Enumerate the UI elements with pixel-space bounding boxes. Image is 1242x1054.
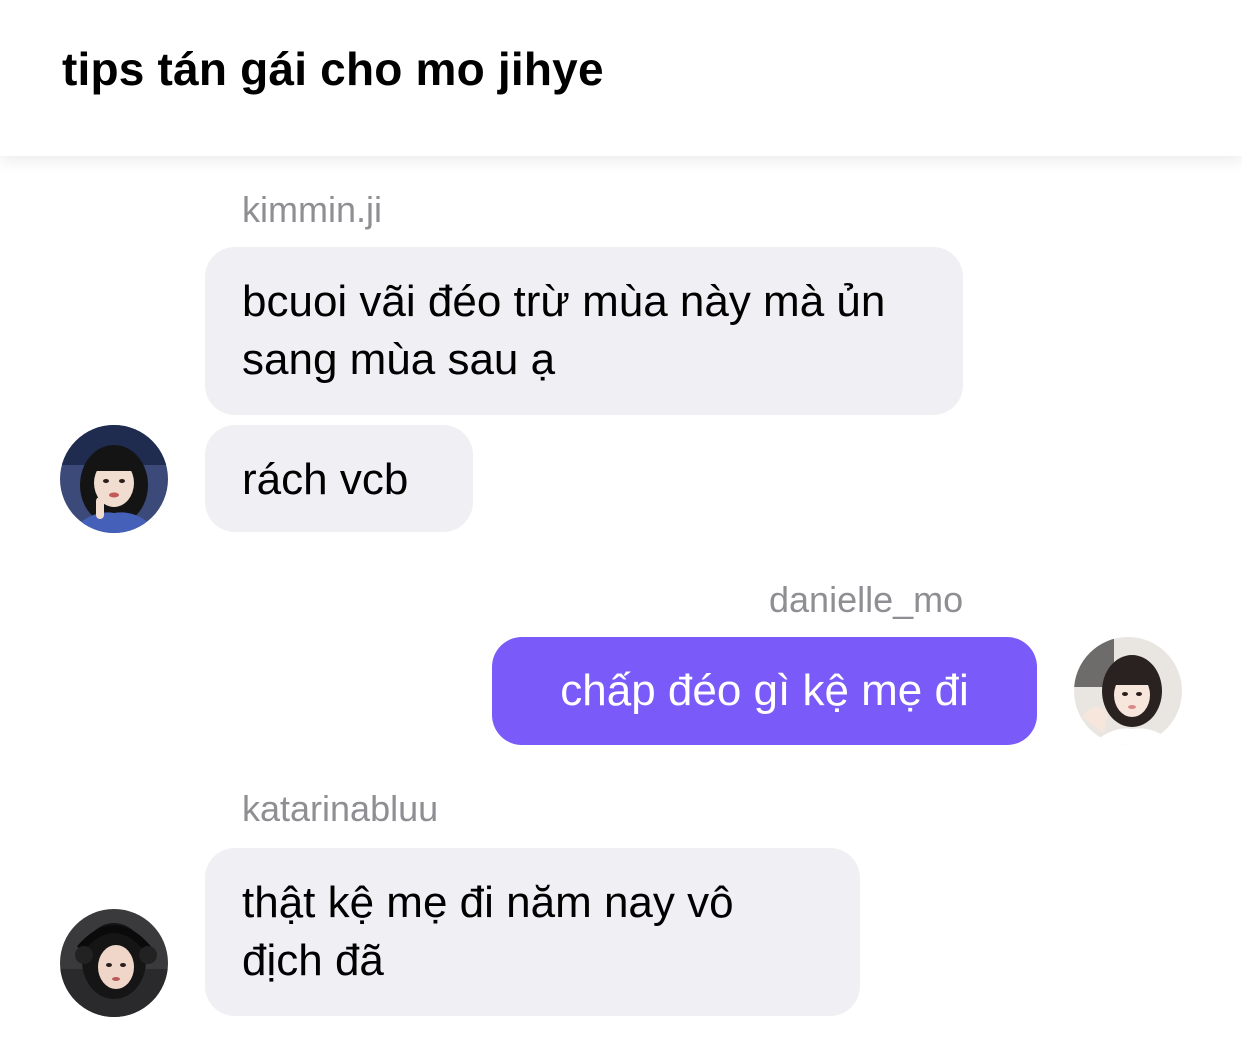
profile-photo-icon [1074, 637, 1182, 745]
avatar-danielle-mo[interactable] [1074, 637, 1182, 745]
avatar-kimmin-ji[interactable] [60, 425, 168, 533]
message-bubble[interactable]: rách vcb [205, 425, 473, 532]
message-bubble[interactable]: bcuoi vãi đéo trừ mùa này mà ủn sang mùa… [205, 247, 963, 415]
chat-header: tips tán gái cho mo jihye [0, 0, 1242, 156]
sender-name-katarinabluu[interactable]: katarinabluu [242, 787, 438, 831]
message-bubble-outgoing[interactable]: chấp đéo gì kệ mẹ đi [492, 637, 1037, 745]
sender-name-danielle-mo[interactable]: danielle_mo [769, 578, 963, 622]
profile-photo-icon [60, 909, 168, 1017]
avatar-katarinabluu[interactable] [60, 909, 168, 1017]
profile-photo-icon [60, 425, 168, 533]
chat-title[interactable]: tips tán gái cho mo jihye [62, 40, 604, 98]
message-bubble[interactable]: thật kệ mẹ đi năm nay vô địch đã [205, 848, 860, 1016]
sender-name-kimmin-ji[interactable]: kimmin.ji [242, 188, 382, 232]
